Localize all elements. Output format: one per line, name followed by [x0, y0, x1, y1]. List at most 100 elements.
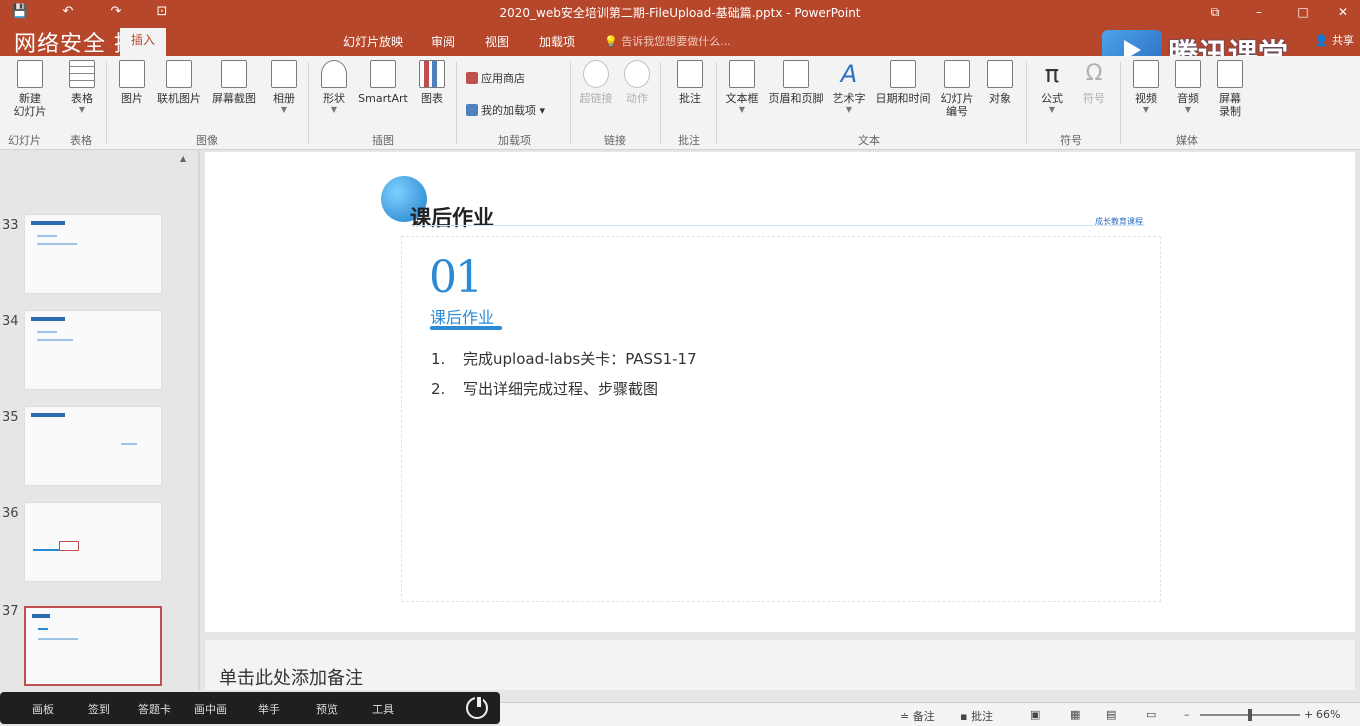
my-addins-button[interactable]: 我的加载项 ▾: [466, 102, 545, 118]
screenshot-button[interactable]: 屏幕截图: [208, 60, 260, 105]
slide-number-button[interactable]: 幻灯片 编号: [936, 60, 978, 118]
thumbnail-title-bar: [31, 317, 65, 321]
textbox-button[interactable]: 文本框 ▼: [720, 60, 764, 114]
notes-toggle[interactable]: ≐ 备注: [900, 708, 935, 724]
shapes-label: 形状: [323, 92, 345, 105]
chevron-down-icon: ▼: [330, 105, 338, 114]
pi-icon: π: [1044, 60, 1060, 88]
video-button[interactable]: 视频 ▼: [1126, 60, 1166, 114]
start-from-beginning-icon[interactable]: ⊡: [152, 3, 172, 21]
comment-button[interactable]: 批注: [670, 60, 710, 105]
tab-insert[interactable]: 插入: [120, 28, 166, 56]
group-label-slides: 幻灯片: [8, 134, 41, 147]
picture-in-picture-button[interactable]: 画中画: [194, 701, 227, 717]
save-icon[interactable]: 💾: [10, 3, 30, 21]
header-footer-button[interactable]: 页眉和页脚: [764, 60, 828, 105]
shapes-button[interactable]: 形状 ▼: [314, 60, 354, 114]
tell-me-search[interactable]: 💡 告诉我您想要做什么...: [604, 33, 731, 49]
header-footer-icon: [783, 60, 809, 88]
zoom-out-button[interactable]: –: [1184, 708, 1190, 721]
notes-pane[interactable]: 单击此处添加备注: [205, 640, 1355, 690]
checkin-button[interactable]: 签到: [88, 701, 110, 717]
bar-chart-icon: [419, 60, 445, 88]
scroll-up-icon[interactable]: ▲: [180, 154, 190, 164]
raise-hand-button[interactable]: 举手: [258, 701, 280, 717]
slide-thumbnail-35[interactable]: [24, 406, 162, 486]
tools-button[interactable]: 工具: [372, 701, 394, 717]
chevron-down-icon: ▼: [738, 105, 746, 114]
reading-view-icon[interactable]: ▤: [1106, 708, 1116, 721]
whiteboard-button[interactable]: 画板: [32, 701, 54, 717]
preview-button[interactable]: 预览: [316, 701, 338, 717]
slide-title[interactable]: 课后作业: [410, 202, 494, 232]
video-label: 视频: [1135, 92, 1157, 105]
pane-divider[interactable]: [198, 150, 200, 690]
zoom-level[interactable]: 66%: [1316, 708, 1340, 721]
answer-card-button[interactable]: 答题卡: [138, 701, 171, 717]
group-label-illustrations: 插图: [372, 134, 394, 147]
shapes-icon: [321, 60, 347, 88]
minimize-button[interactable]: –: [1244, 2, 1274, 22]
equation-button[interactable]: π 公式 ▼: [1032, 60, 1072, 114]
list-item[interactable]: 1. 完成upload-labs关卡：PASS1-17: [431, 348, 697, 369]
slide-thumbnail-37[interactable]: [24, 606, 162, 686]
classroom-toolbar: 画板 签到 答题卡 画中画 举手 预览 工具: [0, 692, 500, 724]
tab-review[interactable]: 审阅: [428, 32, 458, 52]
normal-view-icon[interactable]: ▣: [1030, 708, 1040, 721]
group-label-comments: 批注: [678, 134, 700, 147]
chart-label: 图表: [421, 92, 443, 105]
datetime-button[interactable]: 日期和时间: [872, 60, 934, 105]
wordart-button[interactable]: A 艺术字 ▼: [828, 60, 870, 114]
table-label: 表格: [71, 92, 93, 105]
close-button[interactable]: ✕: [1328, 2, 1358, 22]
redo-icon[interactable]: ↷: [106, 3, 126, 21]
ribbon-display-button[interactable]: ⧉: [1200, 2, 1230, 22]
comment-label: 批注: [679, 92, 701, 105]
content-placeholder[interactable]: [401, 236, 1161, 602]
hyperlink-button[interactable]: 超链接: [576, 60, 616, 105]
maximize-button[interactable]: □: [1288, 2, 1318, 22]
list-text: 完成upload-labs关卡：PASS1-17: [463, 350, 697, 368]
group-label-images: 图像: [196, 134, 218, 147]
comments-toggle[interactable]: ▪ 批注: [960, 708, 993, 724]
list-number: 1.: [431, 350, 446, 368]
object-button[interactable]: 对象: [980, 60, 1020, 105]
screen-record-button[interactable]: 屏幕 录制: [1208, 60, 1252, 118]
undo-icon[interactable]: ↶: [58, 3, 78, 21]
album-button[interactable]: 相册 ▼: [264, 60, 304, 114]
store-button[interactable]: 应用商店: [466, 70, 525, 86]
comment-icon: [677, 60, 703, 88]
list-item[interactable]: 2. 写出详细完成过程、步骤截图: [431, 378, 658, 399]
chevron-down-icon: ▼: [78, 105, 86, 114]
share-button[interactable]: 👤 共享: [1315, 32, 1354, 48]
tab-slideshow[interactable]: 幻灯片放映: [340, 32, 406, 52]
chevron-down-icon: ▼: [845, 105, 853, 114]
zoom-in-button[interactable]: +: [1304, 708, 1313, 721]
table-button[interactable]: 表格 ▼: [62, 60, 102, 114]
slide-thumbnail-36[interactable]: [24, 502, 162, 582]
slide-thumbnail-33[interactable]: [24, 214, 162, 294]
symbol-button[interactable]: Ω 符号: [1074, 60, 1114, 105]
slide-thumbnail-pane[interactable]: 33 34 35 36 37: [0, 150, 198, 690]
audio-button[interactable]: 音频 ▼: [1168, 60, 1208, 114]
online-picture-button[interactable]: 联机图片: [152, 60, 206, 105]
slideshow-view-icon[interactable]: ▭: [1146, 708, 1156, 721]
divider: [1120, 62, 1121, 144]
powerpoint-window: 💾 ↶ ↷ ⊡ 2020_web安全培训第二期-FileUpload-基础篇.p…: [0, 0, 1360, 726]
zoom-slider-handle[interactable]: [1248, 709, 1252, 721]
slide-sorter-icon[interactable]: ▦: [1070, 708, 1080, 721]
thumbnail-title-bar: [31, 413, 65, 417]
chevron-down-icon: ▼: [1048, 105, 1056, 114]
thumbnail-title-bar: [32, 614, 50, 618]
action-button[interactable]: 动作: [620, 60, 654, 105]
power-icon[interactable]: [466, 695, 488, 719]
new-slide-button[interactable]: 新建 幻灯片: [8, 60, 52, 118]
chart-button[interactable]: 图表: [414, 60, 450, 105]
tab-addins[interactable]: 加载项: [536, 32, 578, 52]
slide-canvas[interactable]: 课后作业 成长教育课程 01 课后作业 1. 完成upload-labs关卡：PA…: [205, 152, 1355, 632]
smartart-button[interactable]: SmartArt: [356, 60, 410, 105]
tab-view[interactable]: 视图: [482, 32, 512, 52]
slide-thumbnail-34[interactable]: [24, 310, 162, 390]
divider: [570, 62, 571, 144]
picture-button[interactable]: 图片: [114, 60, 150, 105]
